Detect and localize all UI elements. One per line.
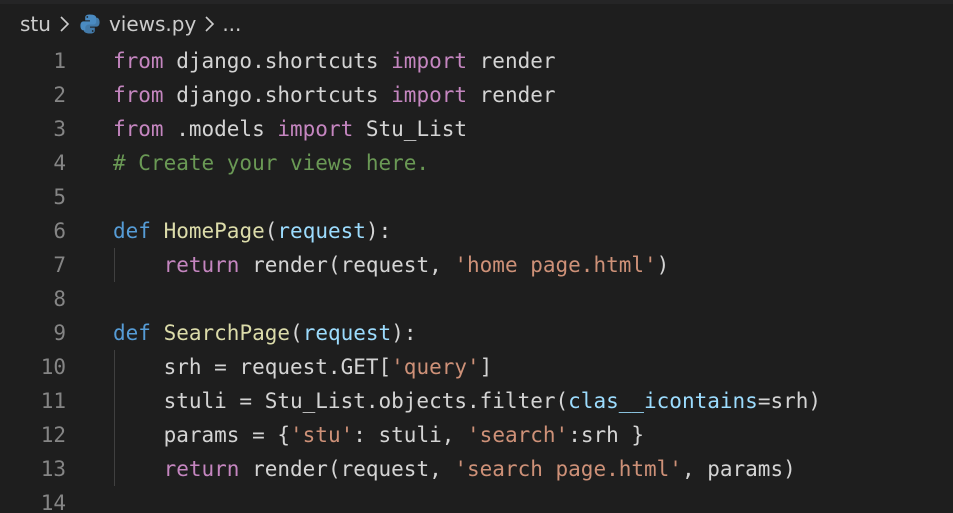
- code-line[interactable]: 5: [0, 180, 953, 214]
- code-token: srh = request.GET[: [113, 355, 392, 379]
- code-token: :srh }: [568, 423, 645, 447]
- line-number: 5: [53, 185, 66, 209]
- code-token: ]: [479, 355, 493, 379]
- code-token: render(request,: [239, 457, 455, 481]
- code-token: ):: [365, 219, 392, 243]
- code-token: from: [113, 49, 164, 73]
- chevron-right-icon: [198, 12, 220, 36]
- code-text[interactable]: def SearchPage(request):: [113, 316, 417, 350]
- code-token: request: [302, 321, 392, 345]
- line-number: 12: [40, 423, 66, 447]
- breadcrumb: stu views.py ...: [0, 4, 953, 44]
- code-token: return: [163, 457, 240, 481]
- code-token: import: [391, 83, 468, 107]
- code-token: ):: [391, 321, 417, 345]
- code-token: 'query': [391, 355, 480, 379]
- code-token: .models: [163, 117, 278, 141]
- code-line[interactable]: 4 # Create your views here.: [0, 146, 953, 180]
- line-number: 9: [53, 321, 66, 345]
- code-text[interactable]: return render(request, 'home page.html'): [113, 248, 670, 282]
- line-number: 13: [40, 457, 66, 481]
- code-editor[interactable]: 1 from django.shortcuts import render 2 fro…: [0, 44, 953, 513]
- code-token: clas__icontains: [568, 389, 758, 413]
- code-token: HomePage: [163, 219, 265, 243]
- breadcrumb-file-views-py[interactable]: views.py: [109, 12, 196, 36]
- code-line[interactable]: 14: [0, 486, 953, 513]
- line-number: 11: [40, 389, 66, 413]
- code-line[interactable]: 7 return render(request, 'home page.html…: [0, 248, 953, 282]
- code-token: django.shortcuts: [163, 83, 392, 107]
- line-number: 2: [53, 83, 66, 107]
- code-token: (: [264, 219, 278, 243]
- code-line[interactable]: 12 params = {'stu': stuli, 'search':srh …: [0, 418, 953, 452]
- line-number: 14: [40, 491, 66, 513]
- code-text[interactable]: # Create your views here.: [113, 146, 429, 180]
- code-token: SearchPage: [163, 321, 291, 345]
- code-token: ): [656, 253, 670, 277]
- code-token: import: [277, 117, 354, 141]
- code-line[interactable]: 11 stuli = Stu_List.objects.filter(clas_…: [0, 384, 953, 418]
- code-token: stuli = Stu_List.objects.filter(: [113, 389, 569, 413]
- code-line[interactable]: 2 from django.shortcuts import render: [0, 78, 953, 112]
- code-text[interactable]: from .models import Stu_List: [113, 112, 467, 146]
- code-token: def: [113, 219, 151, 243]
- line-number: 1: [53, 49, 66, 73]
- line-number: 3: [53, 117, 66, 141]
- code-token: from: [113, 83, 164, 107]
- line-number: 8: [53, 287, 66, 311]
- breadcrumb-more-symbols[interactable]: ...: [222, 12, 241, 36]
- code-token: # Create your views here.: [113, 151, 430, 175]
- code-text[interactable]: from django.shortcuts import render: [113, 78, 556, 112]
- code-line[interactable]: 1 from django.shortcuts import render: [0, 44, 953, 78]
- code-line[interactable]: 10 srh = request.GET['query']: [0, 350, 953, 384]
- code-text[interactable]: params = {'stu': stuli, 'search':srh }: [113, 418, 644, 452]
- code-token: , params): [681, 457, 796, 481]
- code-token: : stuli,: [353, 423, 468, 447]
- code-token: return: [163, 253, 240, 277]
- line-number: 10: [40, 355, 66, 379]
- chevron-right-icon: [53, 12, 75, 36]
- code-token: from: [113, 117, 164, 141]
- code-token: import: [391, 49, 468, 73]
- code-text[interactable]: srh = request.GET['query']: [113, 350, 493, 384]
- code-token: (: [290, 321, 303, 345]
- code-token: 'stu': [290, 423, 354, 447]
- code-text[interactable]: return render(request, 'search page.html…: [113, 452, 796, 486]
- code-token: Stu_List: [353, 117, 468, 141]
- code-token: params = {: [113, 423, 291, 447]
- code-line[interactable]: 6 def HomePage(request):: [0, 214, 953, 248]
- code-token: request: [277, 219, 366, 243]
- code-line[interactable]: 13 return render(request, 'search page.h…: [0, 452, 953, 486]
- code-token: 'search': [467, 423, 569, 447]
- code-text[interactable]: from django.shortcuts import render: [113, 44, 556, 78]
- code-token: render: [467, 49, 556, 73]
- code-token: django.shortcuts: [163, 49, 392, 73]
- code-token: 'search page.html': [454, 457, 682, 481]
- python-icon: [77, 11, 103, 37]
- line-number: 6: [53, 219, 66, 243]
- breadcrumb-folder-stu[interactable]: stu: [20, 12, 51, 36]
- code-text[interactable]: stuli = Stu_List.objects.filter(clas__ic…: [113, 384, 821, 418]
- code-line[interactable]: 8: [0, 282, 953, 316]
- code-token: def: [113, 321, 151, 345]
- code-token: =srh): [757, 389, 822, 413]
- code-text[interactable]: def HomePage(request):: [113, 214, 391, 248]
- line-number: 4: [53, 151, 66, 175]
- code-line[interactable]: 9 def SearchPage(request):: [0, 316, 953, 350]
- line-number: 7: [53, 253, 66, 277]
- code-token: render(request,: [239, 253, 455, 277]
- code-token: render: [467, 83, 556, 107]
- code-token: 'home page.html': [454, 253, 657, 277]
- code-line[interactable]: 3 from .models import Stu_List: [0, 112, 953, 146]
